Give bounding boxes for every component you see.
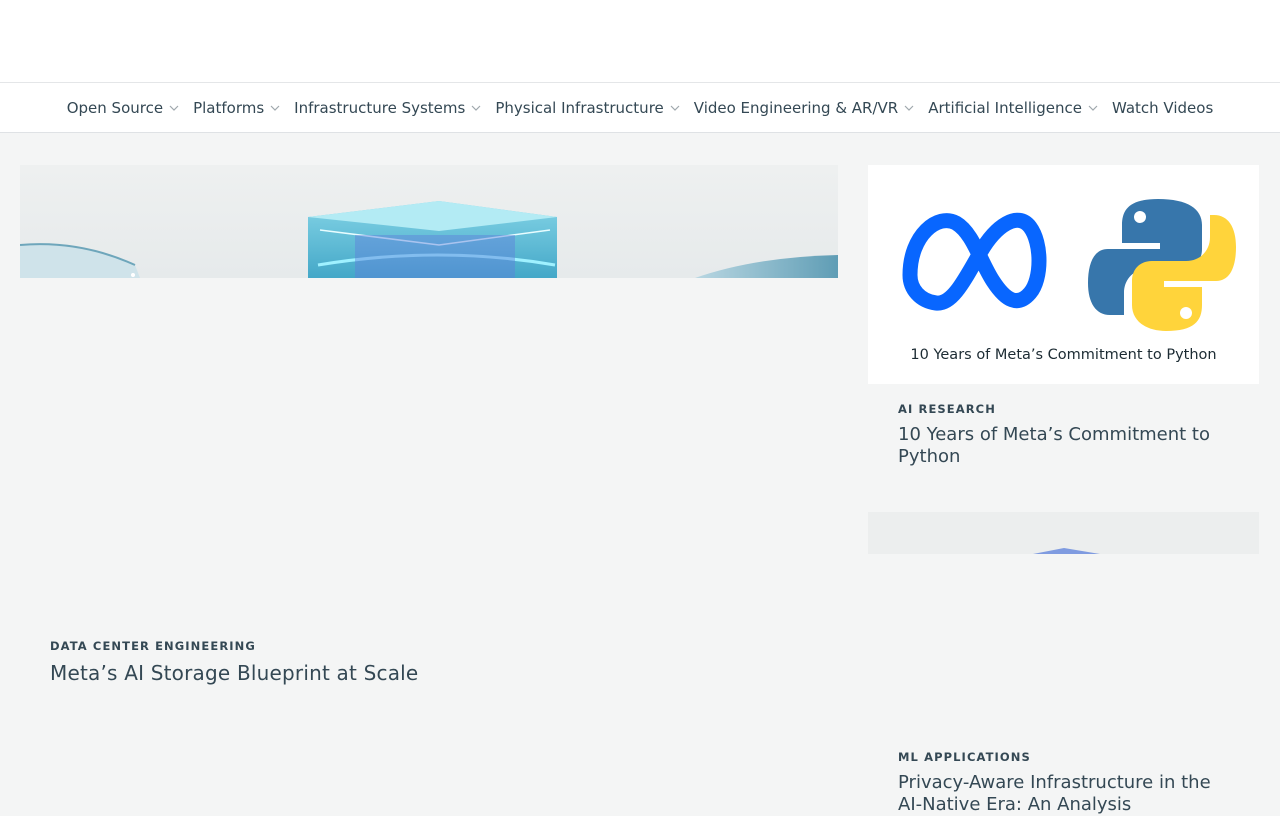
storage-illustration [20,201,838,278]
nav-item-artificial-intelligence[interactable]: Artificial Intelligence [928,99,1098,117]
hero-article-image[interactable] [20,165,838,278]
nav-item-platforms[interactable]: Platforms [193,99,280,117]
nav-item-label: Video Engineering & AR/VR [693,98,899,117]
meta-logo-icon [902,212,1047,311]
nav-item-label: Infrastructure Systems [294,98,466,117]
chevron-down-icon [169,105,179,111]
nav-item-open-source[interactable]: Open Source [67,99,179,117]
nav-item-label: Artificial Intelligence [928,98,1082,117]
python-logo-icon [1088,199,1236,331]
card2-illustration [1033,548,1100,554]
nav-item-video-engineering[interactable]: Video Engineering & AR/VR [694,99,914,117]
card1-title[interactable]: 10 Years of Meta’s Commitment to Python [898,424,1238,468]
chevron-down-icon [270,105,280,111]
card2-title[interactable]: Privacy-Aware Infrastructure in the AI-N… [898,772,1238,816]
nav-item-physical-infrastructure[interactable]: Physical Infrastructure [495,98,680,117]
chevron-down-icon [1088,105,1098,111]
nav-item-label: Open Source [66,98,164,117]
main-content: DATA CENTER ENGINEERING Meta’s AI Storag… [0,134,1280,815]
site-header [0,0,1280,83]
nav-item-label: Physical Infrastructure [495,98,664,117]
chevron-down-icon [670,105,680,111]
hero-title[interactable]: Meta’s AI Storage Blueprint at Scale [50,661,418,685]
nav-item-infrastructure-systems[interactable]: Infrastructure Systems [294,99,481,117]
nav-item-watch-videos[interactable]: Watch Videos [1112,99,1213,117]
card1-category[interactable]: AI RESEARCH [898,402,996,416]
nav-item-label: Watch Videos [1111,98,1214,117]
chevron-down-icon [471,105,481,111]
chevron-down-icon [904,105,914,111]
card2-image[interactable] [868,512,1259,554]
card1-image[interactable]: 10 Years of Meta’s Commitment to Python [868,165,1259,384]
card1-image-caption: 10 Years of Meta’s Commitment to Python [910,347,1217,363]
hero-category[interactable]: DATA CENTER ENGINEERING [50,639,256,653]
nav-item-label: Platforms [193,98,265,117]
card2-category[interactable]: ML APPLICATIONS [898,750,1031,764]
main-nav: Open Source Platforms Infrastructure Sys… [0,83,1280,133]
